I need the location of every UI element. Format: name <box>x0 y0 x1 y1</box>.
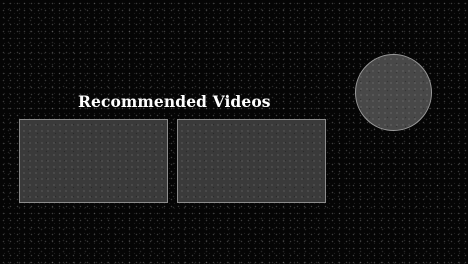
video-thumbnail-2[interactable] <box>177 119 326 203</box>
video-thumbnail-1[interactable] <box>19 119 168 203</box>
recommended-videos-screen: Recommended Videos <box>0 0 468 264</box>
section-title: Recommended Videos <box>78 92 271 111</box>
circle-placeholder[interactable] <box>355 54 432 131</box>
